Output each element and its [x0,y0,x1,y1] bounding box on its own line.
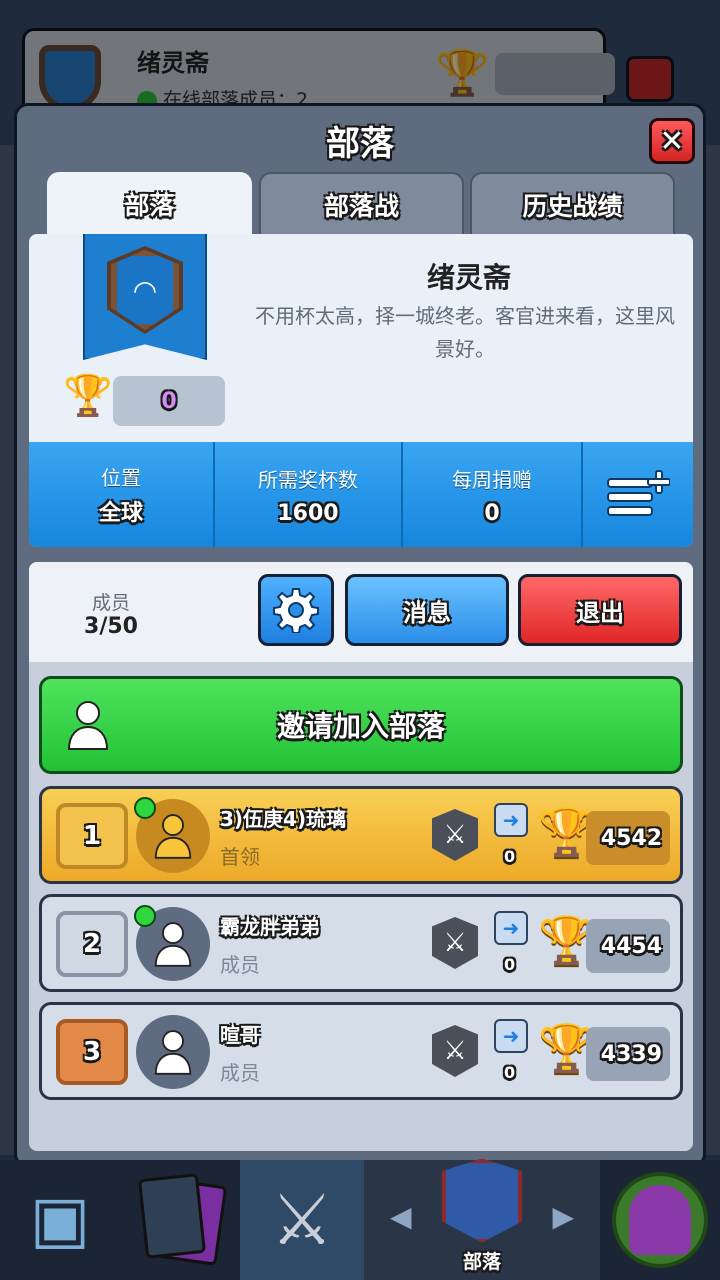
donation-card-icon: ➜ [494,911,528,945]
member-name: 霸龙胖弟弟 [220,915,320,939]
member-rank: 1 [56,803,128,869]
background-clan-name: 绪灵斋 [137,49,209,77]
invite-button[interactable]: 邀请加入部落 [39,676,683,774]
invite-button-label: 邀请加入部落 [276,710,445,743]
member-role: 成员 [220,953,260,977]
background-close-button [626,56,674,102]
stat-weekly-donations: 每周捐赠 0 [403,442,583,547]
champion-icon [629,1185,691,1255]
nav-cards-button[interactable] [120,1160,240,1280]
background-clan-badge [39,45,101,111]
laurel-icon [612,1172,708,1268]
member-donations: 0 [504,847,516,866]
stat-location-value: 全球 [98,501,143,526]
settings-button[interactable] [258,574,334,646]
trophy-icon: 🏆 [435,48,490,99]
stat-required-trophies-value: 1600 [277,500,339,526]
clan-description: 不用杯太高，择一城终老。客官进来看，这里风景好。 [255,304,675,361]
members-count: 3/50 [84,614,138,639]
member-rank: 3 [56,1019,128,1085]
nav-events-button[interactable] [600,1160,720,1280]
person-icon [154,1030,192,1075]
crossed-swords-icon: ⚔ [432,809,478,861]
members-label: 成员 [91,592,130,614]
close-button[interactable]: ✕ [649,118,695,164]
nav-clan-label: 部落 [462,1250,501,1273]
members-panel: 成员 3/50 消息 退出 邀请加入部落 1 3)伍庚4)琉璃 首领 ⚔ ➜ 0… [29,562,693,1151]
list-add-icon [607,469,670,516]
stat-weekly-donations-value: 0 [484,500,500,526]
card-icon [137,1173,207,1259]
chevron-right-icon: ▶ [552,1200,574,1233]
member-trophies: 4454 [586,919,670,973]
modal-title: 部落 [326,124,394,164]
online-dot-icon [134,905,156,927]
member-row[interactable]: 1 3)伍庚4)琉璃 首领 ⚔ ➜ 0 🏆 4542 [39,786,683,884]
nav-battle-button[interactable]: ⚔ [240,1160,364,1280]
nav-clan-button[interactable]: ◀ 部落 ▶ [364,1158,600,1280]
member-trophies: 4542 [586,811,670,865]
gear-icon [273,588,319,633]
member-trophies: 4339 [586,1027,670,1081]
stat-required-trophies-label: 所需奖杯数 [258,467,358,492]
tab-bar: 部落 部落战 历史战绩 [47,172,677,236]
member-row[interactable]: 2 霸龙胖弟弟 成员 ⚔ ➜ 0 🏆 4454 [39,894,683,992]
message-button[interactable]: 消息 [345,574,509,646]
clan-menu-button[interactable] [583,442,693,547]
person-icon [67,701,109,750]
close-icon: ✕ [659,123,685,159]
donation-card-icon: ➜ [494,1019,528,1053]
clan-shield-icon [442,1158,522,1243]
stat-weekly-donations-label: 每周捐赠 [452,467,532,492]
member-rank: 2 [56,911,128,977]
person-icon [154,814,192,859]
member-donations: 0 [504,1063,516,1082]
chest-icon: ▣ [29,1183,91,1257]
clan-stats-bar: 位置 全球 所需奖杯数 1600 每周捐赠 0 [29,442,693,547]
avatar [136,1015,210,1089]
member-role: 首领 [220,845,260,869]
member-name: 暄哥 [220,1023,260,1047]
chevron-left-icon: ◀ [390,1200,412,1233]
stat-location: 位置 全球 [29,442,215,547]
person-icon [154,922,192,967]
member-donations: 0 [504,955,516,974]
nav-shop-button[interactable]: ▣ [0,1160,120,1280]
crossed-swords-icon: ⚔ [432,1025,478,1077]
exit-button[interactable]: 退出 [518,574,682,646]
stat-location-label: 位置 [101,466,141,490]
clan-name: 绪灵斋 [426,261,511,294]
crossed-swords-icon: ⚔ [432,917,478,969]
donation-card-icon: ➜ [494,803,528,837]
clan-modal: 部落 ✕ 部落 部落战 历史战绩 ◠ 🏆 0 绪灵斋 不用杯太高，择一城终老。客… [14,103,706,1168]
clan-score: 0 [113,376,225,426]
member-row[interactable]: 3 暄哥 成员 ⚔ ➜ 0 🏆 4339 [39,1002,683,1100]
member-role: 成员 [220,1061,260,1085]
tab-clan-war[interactable]: 部落战 [259,172,464,236]
clan-info-card: ◠ 🏆 0 绪灵斋 不用杯太高，择一城终老。客官进来看，这里风景好。 位置 全球… [29,234,693,547]
crossed-swords-icon: ⚔ [270,1179,334,1261]
members-toolbar: 成员 3/50 消息 退出 [29,562,693,662]
tab-clan[interactable]: 部落 [47,172,252,236]
bottom-nav: ▣ ⚔ ◀ 部落 ▶ [0,1158,720,1280]
clan-trophy-icon: 🏆 [63,373,113,419]
stat-required-trophies: 所需奖杯数 1600 [215,442,403,547]
tab-war-history[interactable]: 历史战绩 [470,172,675,236]
member-name: 3)伍庚4)琉璃 [220,807,347,831]
background-trophy-count [495,53,615,95]
online-dot-icon [134,797,156,819]
